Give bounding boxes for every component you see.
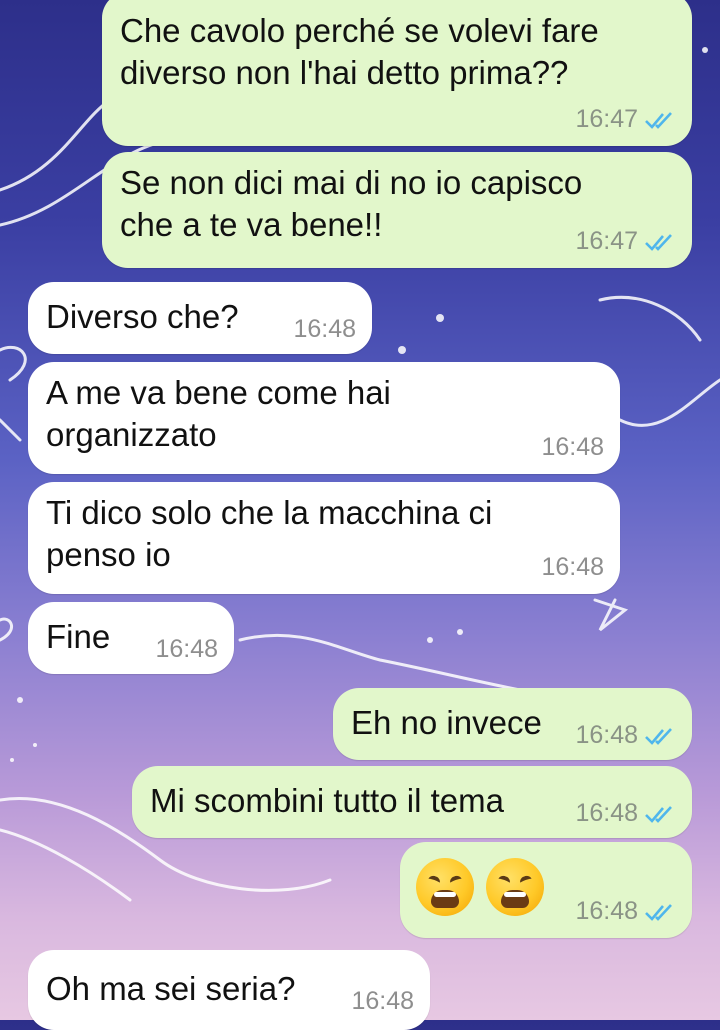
message-meta: 16:48	[541, 553, 604, 582]
message-meta: 16:47	[575, 227, 676, 256]
double-check-icon	[645, 727, 672, 745]
message-text: Che cavolo perché se volevi fare diverso…	[120, 12, 599, 91]
message-time: 16:47	[575, 227, 638, 255]
message-meta: 16:48	[155, 635, 218, 664]
message-text: A me va bene come hai organizzato	[46, 374, 391, 453]
message-meta: 16:48	[575, 799, 676, 828]
message-bubble-outgoing[interactable]: Mi scombini tutto il tema 16:48	[132, 766, 692, 838]
message-time: 16:48	[541, 553, 604, 581]
message-meta: 16:48	[575, 897, 676, 926]
message-time: 16:48	[575, 799, 638, 827]
double-check-icon	[645, 233, 672, 251]
message-bubble-outgoing[interactable]: Eh no invece 16:48	[333, 688, 692, 760]
message-bubble-incoming[interactable]: Fine 16:48	[28, 602, 234, 674]
message-bubble-incoming[interactable]: A me va bene come hai organizzato 16:48	[28, 362, 620, 474]
message-time: 16:48	[155, 635, 218, 663]
message-bubble-outgoing[interactable]: 😩😩 16:48	[400, 842, 692, 938]
double-check-icon	[645, 111, 672, 129]
message-bubble-outgoing[interactable]: Che cavolo perché se volevi fare diverso…	[102, 0, 692, 146]
message-meta: 16:48	[541, 433, 604, 462]
message-bubble-incoming[interactable]: Diverso che? 16:48	[28, 282, 372, 354]
message-meta: 16:48	[575, 721, 676, 750]
message-time: 16:48	[575, 721, 638, 749]
message-time: 16:48	[351, 987, 414, 1015]
weary-face-emoji-icon	[416, 858, 474, 916]
message-time: 16:47	[575, 105, 638, 133]
message-bubble-incoming[interactable]: Ti dico solo che la macchina ci penso io…	[28, 482, 620, 594]
message-meta: 16:47	[575, 105, 676, 134]
emoji-row	[416, 858, 556, 916]
message-time: 16:48	[575, 897, 638, 925]
message-meta: 16:48	[351, 987, 414, 1016]
message-meta: 16:48	[293, 315, 356, 344]
double-check-icon	[645, 903, 672, 921]
message-bubble-outgoing[interactable]: Se non dici mai di no io capisco che a t…	[102, 152, 692, 268]
message-bubble-incoming[interactable]: Oh ma sei seria? 16:48	[28, 950, 430, 1030]
double-check-icon	[645, 805, 672, 823]
weary-face-emoji-icon	[486, 858, 544, 916]
message-text: Ti dico solo che la macchina ci penso io	[46, 494, 493, 573]
message-text: 😩😩	[418, 852, 419, 853]
message-time: 16:48	[293, 315, 356, 343]
message-time: 16:48	[541, 433, 604, 461]
